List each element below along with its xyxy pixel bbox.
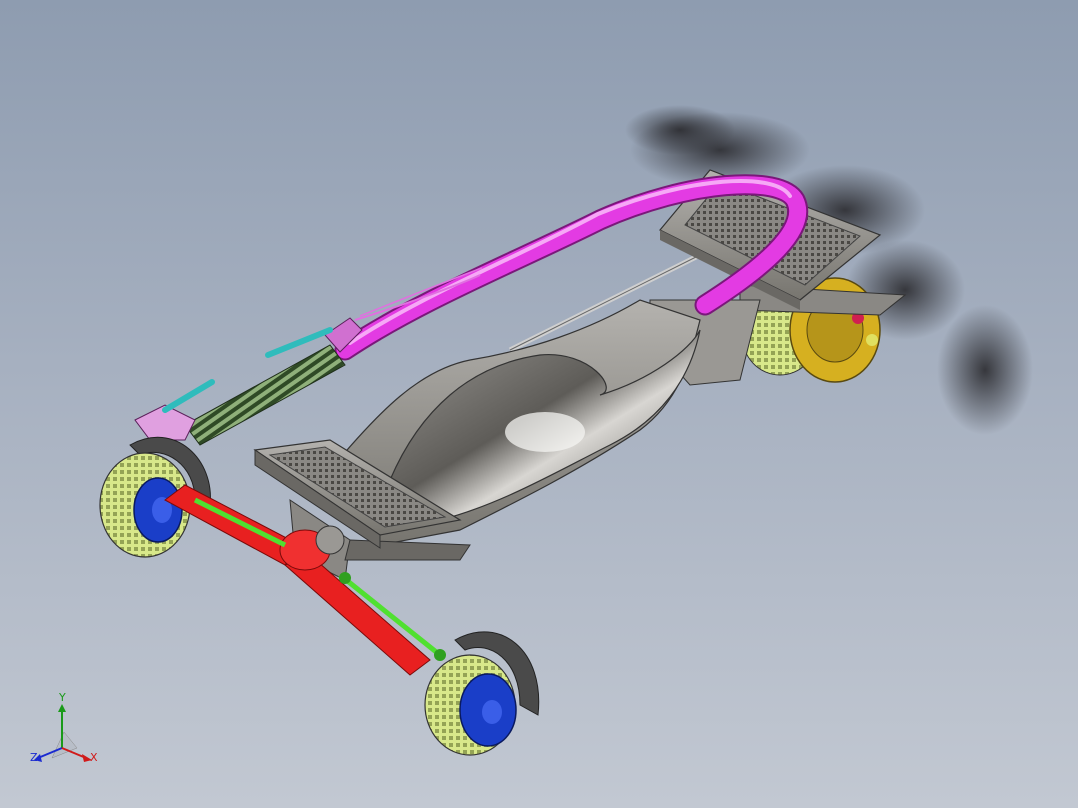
axis-label-z: Z xyxy=(30,751,38,764)
orientation-triad[interactable]: Y Z X xyxy=(22,692,112,772)
graphics-viewport[interactable]: Y Z X xyxy=(0,0,1078,808)
brake-lever[interactable] xyxy=(134,317,363,441)
axis-label-x: X xyxy=(90,751,98,764)
steering-column-spring[interactable] xyxy=(184,344,346,446)
vehicle-model[interactable] xyxy=(0,0,1078,808)
axis-label-y: Y xyxy=(59,691,66,704)
